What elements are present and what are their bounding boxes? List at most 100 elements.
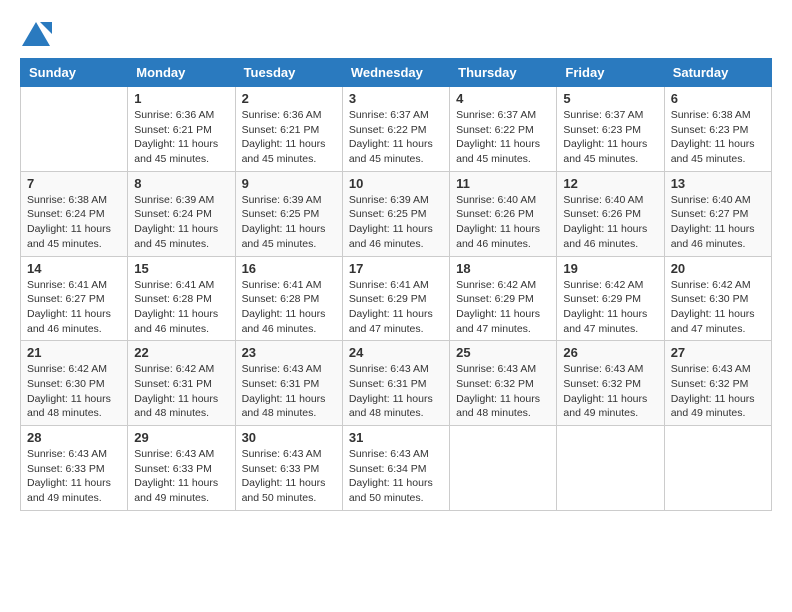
page-header: [20, 20, 772, 48]
day-number: 7: [27, 176, 121, 191]
calendar-day-header: Tuesday: [235, 59, 342, 87]
day-info: Sunrise: 6:43 AMSunset: 6:33 PMDaylight:…: [242, 447, 336, 506]
calendar-day-cell: 4 Sunrise: 6:37 AMSunset: 6:22 PMDaylight…: [450, 87, 557, 172]
calendar-table: SundayMondayTuesdayWednesdayThursdayFrid…: [20, 58, 772, 511]
day-number: 11: [456, 176, 550, 191]
day-info: Sunrise: 6:39 AMSunset: 6:24 PMDaylight:…: [134, 193, 228, 252]
day-number: 10: [349, 176, 443, 191]
day-info: Sunrise: 6:38 AMSunset: 6:24 PMDaylight:…: [27, 193, 121, 252]
calendar-day-cell: 20 Sunrise: 6:42 AMSunset: 6:30 PMDayligh…: [664, 256, 771, 341]
calendar-week-row: 28 Sunrise: 6:43 AMSunset: 6:33 PMDayligh…: [21, 426, 772, 511]
day-info: Sunrise: 6:43 AMSunset: 6:31 PMDaylight:…: [349, 362, 443, 421]
day-number: 6: [671, 91, 765, 106]
day-info: Sunrise: 6:42 AMSunset: 6:30 PMDaylight:…: [671, 278, 765, 337]
calendar-day-cell: 26Sunrise: 6:43 AMSunset: 6:32 PMDayligh…: [557, 341, 664, 426]
day-number: 5: [563, 91, 657, 106]
day-number: 14: [27, 261, 121, 276]
day-number: 15: [134, 261, 228, 276]
calendar-day-cell: 6Sunrise: 6:38 AMSunset: 6:23 PMDaylight…: [664, 87, 771, 172]
day-info: Sunrise: 6:39 AMSunset: 6:25 PMDaylight:…: [349, 193, 443, 252]
calendar-day-cell: 5 Sunrise: 6:37 AMSunset: 6:23 PMDaylight…: [557, 87, 664, 172]
day-number: 2: [242, 91, 336, 106]
calendar-day-cell: 10 Sunrise: 6:39 AMSunset: 6:25 PMDayligh…: [342, 171, 449, 256]
calendar-day-cell: 15 Sunrise: 6:41 AMSunset: 6:28 PMDayligh…: [128, 256, 235, 341]
day-number: 20: [671, 261, 765, 276]
calendar-day-cell: 11 Sunrise: 6:40 AMSunset: 6:26 PMDayligh…: [450, 171, 557, 256]
day-number: 13: [671, 176, 765, 191]
day-info: Sunrise: 6:40 AMSunset: 6:26 PMDaylight:…: [456, 193, 550, 252]
logo-icon: [20, 20, 52, 48]
day-number: 27: [671, 345, 765, 360]
day-number: 22: [134, 345, 228, 360]
day-info: Sunrise: 6:42 AMSunset: 6:29 PMDaylight:…: [563, 278, 657, 337]
day-number: 28: [27, 430, 121, 445]
calendar-day-cell: 22 Sunrise: 6:42 AMSunset: 6:31 PMDayligh…: [128, 341, 235, 426]
day-info: Sunrise: 6:43 AMSunset: 6:32 PMDaylight:…: [671, 362, 765, 421]
day-number: 3: [349, 91, 443, 106]
day-info: Sunrise: 6:40 AMSunset: 6:27 PMDaylight:…: [671, 193, 765, 252]
day-info: Sunrise: 6:40 AMSunset: 6:26 PMDaylight:…: [563, 193, 657, 252]
day-info: Sunrise: 6:43 AMSunset: 6:34 PMDaylight:…: [349, 447, 443, 506]
day-info: Sunrise: 6:42 AMSunset: 6:31 PMDaylight:…: [134, 362, 228, 421]
day-info: Sunrise: 6:42 AMSunset: 6:30 PMDaylight:…: [27, 362, 121, 421]
day-number: 26: [563, 345, 657, 360]
calendar-day-header: Monday: [128, 59, 235, 87]
calendar-day-header: Saturday: [664, 59, 771, 87]
day-info: Sunrise: 6:43 AMSunset: 6:31 PMDaylight:…: [242, 362, 336, 421]
calendar-day-cell: [664, 426, 771, 511]
calendar-day-header: Wednesday: [342, 59, 449, 87]
calendar-day-cell: 23 Sunrise: 6:43 AMSunset: 6:31 PMDayligh…: [235, 341, 342, 426]
day-number: 29: [134, 430, 228, 445]
day-info: Sunrise: 6:43 AMSunset: 6:32 PMDaylight:…: [456, 362, 550, 421]
calendar-day-cell: 18 Sunrise: 6:42 AMSunset: 6:29 PMDayligh…: [450, 256, 557, 341]
day-info: Sunrise: 6:36 AMSunset: 6:21 PMDaylight:…: [134, 108, 228, 167]
day-info: Sunrise: 6:42 AMSunset: 6:29 PMDaylight:…: [456, 278, 550, 337]
calendar-day-cell: 29 Sunrise: 6:43 AMSunset: 6:33 PMDayligh…: [128, 426, 235, 511]
calendar-day-cell: 24 Sunrise: 6:43 AMSunset: 6:31 PMDayligh…: [342, 341, 449, 426]
day-info: Sunrise: 6:37 AMSunset: 6:22 PMDaylight:…: [456, 108, 550, 167]
calendar-day-cell: 9 Sunrise: 6:39 AMSunset: 6:25 PMDaylight…: [235, 171, 342, 256]
day-number: 19: [563, 261, 657, 276]
calendar-day-cell: [21, 87, 128, 172]
calendar-day-cell: 19 Sunrise: 6:42 AMSunset: 6:29 PMDayligh…: [557, 256, 664, 341]
day-number: 30: [242, 430, 336, 445]
day-info: Sunrise: 6:41 AMSunset: 6:28 PMDaylight:…: [134, 278, 228, 337]
day-number: 21: [27, 345, 121, 360]
calendar-day-cell: 21 Sunrise: 6:42 AMSunset: 6:30 PMDayligh…: [21, 341, 128, 426]
day-number: 9: [242, 176, 336, 191]
calendar-day-header: Sunday: [21, 59, 128, 87]
day-info: Sunrise: 6:41 AMSunset: 6:27 PMDaylight:…: [27, 278, 121, 337]
day-info: Sunrise: 6:43 AMSunset: 6:33 PMDaylight:…: [27, 447, 121, 506]
calendar-day-cell: 13 Sunrise: 6:40 AMSunset: 6:27 PMDayligh…: [664, 171, 771, 256]
day-number: 17: [349, 261, 443, 276]
calendar-day-cell: 12Sunrise: 6:40 AMSunset: 6:26 PMDayligh…: [557, 171, 664, 256]
day-info: Sunrise: 6:36 AMSunset: 6:21 PMDaylight:…: [242, 108, 336, 167]
day-number: 4: [456, 91, 550, 106]
calendar-header-row: SundayMondayTuesdayWednesdayThursdayFrid…: [21, 59, 772, 87]
logo: [20, 20, 58, 48]
calendar-day-cell: [557, 426, 664, 511]
calendar-day-cell: 3 Sunrise: 6:37 AMSunset: 6:22 PMDaylight…: [342, 87, 449, 172]
calendar-day-cell: 14 Sunrise: 6:41 AMSunset: 6:27 PMDayligh…: [21, 256, 128, 341]
day-info: Sunrise: 6:39 AMSunset: 6:25 PMDaylight:…: [242, 193, 336, 252]
day-info: Sunrise: 6:41 AMSunset: 6:28 PMDaylight:…: [242, 278, 336, 337]
calendar-day-cell: 27 Sunrise: 6:43 AMSunset: 6:32 PMDayligh…: [664, 341, 771, 426]
calendar-day-header: Friday: [557, 59, 664, 87]
day-info: Sunrise: 6:37 AMSunset: 6:23 PMDaylight:…: [563, 108, 657, 167]
day-info: Sunrise: 6:41 AMSunset: 6:29 PMDaylight:…: [349, 278, 443, 337]
day-number: 25: [456, 345, 550, 360]
calendar-day-cell: 25 Sunrise: 6:43 AMSunset: 6:32 PMDayligh…: [450, 341, 557, 426]
calendar-day-cell: 1 Sunrise: 6:36 AMSunset: 6:21 PMDaylight…: [128, 87, 235, 172]
calendar-day-cell: 2 Sunrise: 6:36 AMSunset: 6:21 PMDaylight…: [235, 87, 342, 172]
calendar-week-row: 21 Sunrise: 6:42 AMSunset: 6:30 PMDayligh…: [21, 341, 772, 426]
day-info: Sunrise: 6:43 AMSunset: 6:33 PMDaylight:…: [134, 447, 228, 506]
day-number: 24: [349, 345, 443, 360]
calendar-day-cell: 7 Sunrise: 6:38 AMSunset: 6:24 PMDaylight…: [21, 171, 128, 256]
calendar-day-cell: 16Sunrise: 6:41 AMSunset: 6:28 PMDayligh…: [235, 256, 342, 341]
day-info: Sunrise: 6:37 AMSunset: 6:22 PMDaylight:…: [349, 108, 443, 167]
day-number: 18: [456, 261, 550, 276]
calendar-day-cell: 28 Sunrise: 6:43 AMSunset: 6:33 PMDayligh…: [21, 426, 128, 511]
calendar-day-cell: 31Sunrise: 6:43 AMSunset: 6:34 PMDayligh…: [342, 426, 449, 511]
day-number: 1: [134, 91, 228, 106]
day-number: 23: [242, 345, 336, 360]
